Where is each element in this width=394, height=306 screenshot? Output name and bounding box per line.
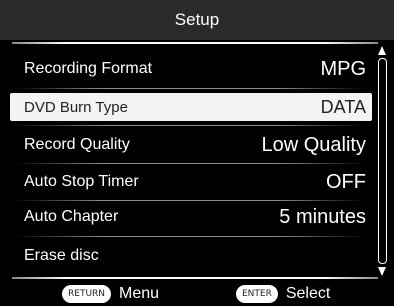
menu-item-recording-format[interactable]: Recording Format MPG [10, 54, 372, 84]
menu-item-label: DVD Burn Type [24, 98, 128, 116]
scroll-down-arrow-icon[interactable] [378, 267, 386, 276]
menu-item-value: DATA [320, 96, 366, 117]
return-menu-hint[interactable]: RETURN Menu [62, 285, 159, 303]
row-divider [14, 163, 366, 164]
scrollbar-track[interactable] [378, 58, 387, 264]
scroll-up-arrow-icon[interactable] [378, 46, 386, 55]
menu-item-label: Auto Stop Timer [24, 173, 139, 190]
footer-divider [12, 277, 378, 279]
scrollbar[interactable] [378, 46, 387, 276]
menu-item-label: Erase disc [24, 247, 99, 264]
menu-item-value: Low Quality [261, 133, 367, 156]
menu-item-record-quality[interactable]: Record Quality Low Quality [10, 130, 372, 160]
menu-item-value: MPG [320, 57, 366, 80]
enter-action-label: Select [285, 285, 331, 302]
menu-item-value: OFF [326, 170, 366, 193]
menu-item-dvd-burn-type[interactable]: DVD Burn Type DATA [10, 93, 372, 121]
header-bar: Setup [0, 0, 394, 40]
menu-item-auto-chapter[interactable]: Auto Chapter 5 minutes [10, 202, 372, 232]
enter-select-hint[interactable]: ENTER Select [236, 285, 330, 303]
row-divider [14, 200, 366, 201]
enter-key-badge: ENTER [236, 285, 278, 303]
return-key-badge: RETURN [62, 285, 112, 303]
row-divider [14, 88, 366, 89]
menu-item-erase-disc[interactable]: Erase disc [10, 241, 372, 271]
menu-item-value: 5 minutes [279, 205, 366, 228]
footer-bar: RETURN Menu ENTER Select [0, 282, 394, 306]
return-action-label: Menu [119, 285, 160, 302]
menu-item-label: Recording Format [24, 60, 153, 77]
menu-item-label: Record Quality [24, 136, 130, 153]
setup-screen: Setup Recording Format MPG DVD Burn Type… [0, 0, 394, 306]
page-title: Setup [174, 10, 220, 29]
header-divider [12, 42, 378, 44]
row-divider [14, 236, 366, 237]
row-divider [14, 125, 366, 126]
menu-item-label: Auto Chapter [24, 208, 119, 225]
menu-item-auto-stop-timer[interactable]: Auto Stop Timer OFF [10, 167, 372, 197]
